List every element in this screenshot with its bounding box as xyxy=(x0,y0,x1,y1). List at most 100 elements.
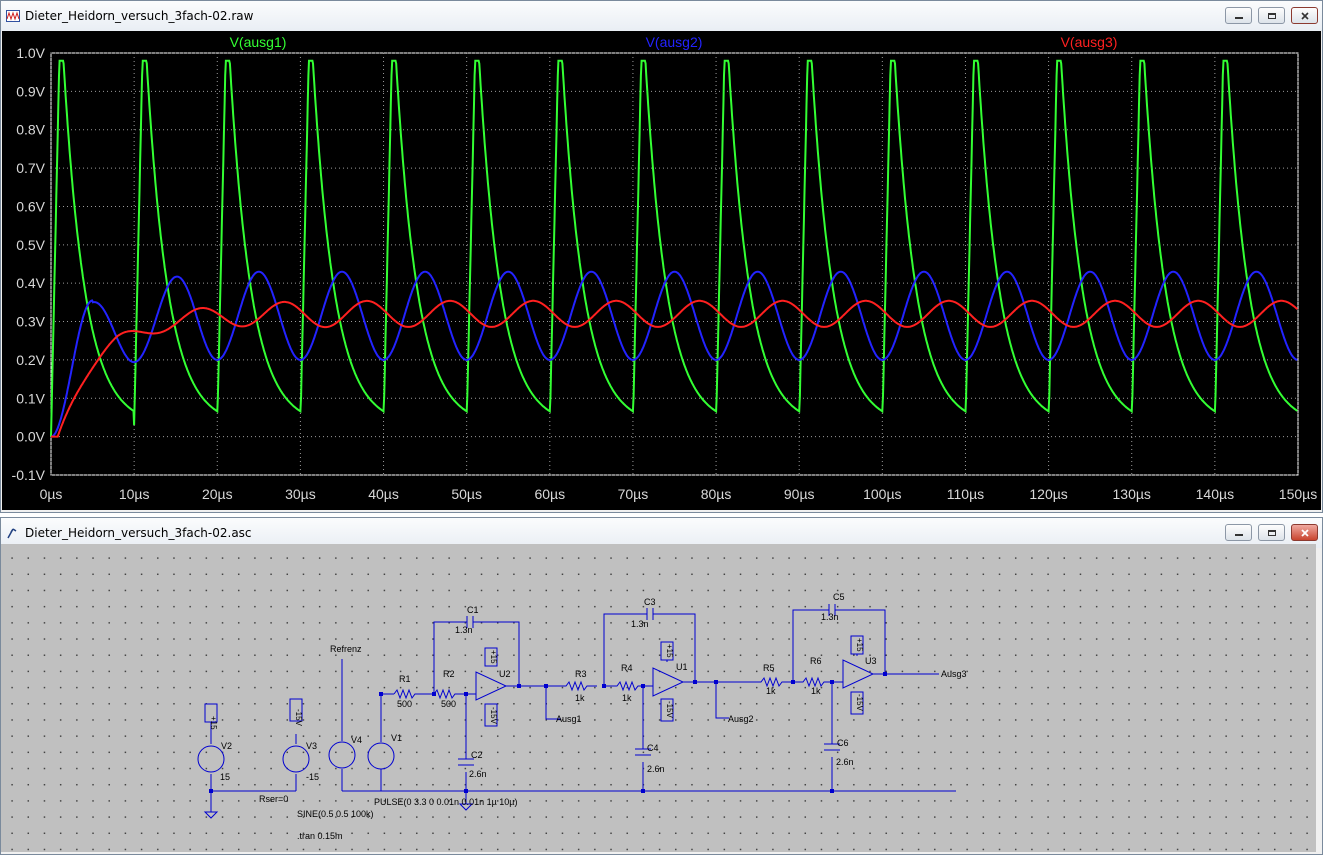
resistor-r2 xyxy=(433,688,465,700)
component-ref: V2 xyxy=(221,741,232,751)
schematic-icon xyxy=(7,528,17,539)
series-line xyxy=(50,59,1298,437)
x-tick-label: 150µs xyxy=(1279,486,1317,502)
rail-label: -15V xyxy=(855,694,864,712)
component-ref: C4 xyxy=(647,743,659,753)
component-value: 2.6n xyxy=(469,769,487,779)
spice-directive-tran: .tran 0.15m xyxy=(297,831,343,841)
component-ref: C1 xyxy=(467,605,479,615)
component-ref: V1 xyxy=(391,733,402,743)
component-value: 1k xyxy=(766,686,776,696)
component-ref: C6 xyxy=(837,738,849,748)
restore-button[interactable] xyxy=(1258,524,1285,541)
wire xyxy=(792,609,886,682)
wire xyxy=(603,613,696,686)
minimize-button[interactable] xyxy=(1225,524,1252,541)
waveform-plot[interactable]: 1.0V 0.9V 0.8V 0.7V 0.6V 0.5V 0.4V 0.3V 0.2V 0.1V… xyxy=(2,31,1321,510)
component-value: 500 xyxy=(397,699,412,709)
rail-label: +15 xyxy=(209,716,218,730)
net-label-ausg1: Ausg1 xyxy=(556,714,582,724)
component-ref: R5 xyxy=(763,663,775,673)
schematic-canvas[interactable]: +15 -15V +15 -15V +15 -15V +15 -15V R1 5… xyxy=(1,544,1316,852)
spice-label-rser: Rser=0 xyxy=(259,794,288,804)
minimize-button[interactable] xyxy=(1225,7,1252,24)
rail-label: -15V xyxy=(294,709,303,727)
x-tick-label: 20µs xyxy=(202,486,233,502)
schematic-svg[interactable]: +15 -15V +15 -15V +15 -15V +15 -15V R1 5… xyxy=(1,544,1316,852)
component-value: 1k xyxy=(811,686,821,696)
rail-label: +15 xyxy=(855,638,864,652)
y-tick-label: 0.9V xyxy=(16,83,45,99)
component-value: 1k xyxy=(575,693,585,703)
component-value: 1.3n xyxy=(455,625,473,635)
close-button[interactable] xyxy=(1291,524,1318,541)
component-ref: U1 xyxy=(676,662,688,672)
component-ref: R3 xyxy=(575,669,587,679)
plot-titlebar[interactable]: Dieter_Heidorn_versuch_3fach-02.raw xyxy=(1,1,1322,31)
resistor-r4 xyxy=(604,680,646,692)
component-ref: R1 xyxy=(399,674,411,684)
minimize-icon xyxy=(1234,16,1243,19)
resistor-r6 xyxy=(793,676,833,688)
component-ref: C3 xyxy=(644,597,656,607)
x-tick-label: 140µs xyxy=(1196,486,1234,502)
component-value: 2.6n xyxy=(836,757,854,767)
component-value: 2.6n xyxy=(647,764,665,774)
series-line xyxy=(51,270,1298,438)
y-tick-label: 1.0V xyxy=(16,45,45,61)
component-value: 1k xyxy=(622,693,632,703)
y-tick-label: 0.7V xyxy=(16,160,45,176)
component-value: 1.3n xyxy=(821,612,839,622)
resistor-r1 xyxy=(393,688,418,700)
voltage-source-v4 xyxy=(328,741,356,769)
x-tick-label: 30µs xyxy=(285,486,316,502)
chart-svg[interactable]: 1.0V 0.9V 0.8V 0.7V 0.6V 0.5V 0.4V 0.3V 0.2V 0.1V… xyxy=(2,31,1321,510)
waveform-icon xyxy=(6,10,20,22)
x-tick-label: 110µs xyxy=(947,486,984,502)
component-value: 15 xyxy=(220,772,230,782)
rail-label: -15V xyxy=(489,707,498,725)
x-tick-label: 70µs xyxy=(618,486,649,502)
y-tick-label: 0.5V xyxy=(16,237,45,253)
component-ref: C5 xyxy=(833,592,845,602)
spice-label-sine: SINE(0.5 0.5 100k) xyxy=(297,809,374,819)
restore-icon xyxy=(1267,529,1276,536)
y-tick-label: 0.0V xyxy=(16,429,45,445)
rail-label: +15 xyxy=(665,644,674,658)
component-ref: R4 xyxy=(621,663,633,673)
close-icon xyxy=(1300,528,1309,537)
y-tick-label: -0.1V xyxy=(12,467,46,483)
rail-label: +15 xyxy=(489,650,498,664)
schematic-window-title: Dieter_Heidorn_versuch_3fach-02.asc xyxy=(25,526,252,540)
y-tick-label: 0.3V xyxy=(16,314,45,330)
series-line xyxy=(51,299,1299,438)
plot-window-title: Dieter_Heidorn_versuch_3fach-02.raw xyxy=(25,9,254,23)
plot-frame xyxy=(50,52,1299,476)
legend-entry: V(ausg3) xyxy=(1061,34,1118,50)
y-tick-label: 0.8V xyxy=(16,122,45,138)
wire xyxy=(465,693,476,804)
close-icon xyxy=(1300,11,1309,20)
x-tick-label: 100µs xyxy=(863,486,901,502)
component-ref: V3 xyxy=(306,741,317,751)
opamp-u1 xyxy=(652,667,685,697)
legend-entry: V(ausg1) xyxy=(230,34,287,50)
rail-label: -15V xyxy=(665,701,674,719)
x-tick-label: 50µs xyxy=(451,486,482,502)
x-tick-label: 40µs xyxy=(368,486,399,502)
component-ref: C2 xyxy=(471,750,483,760)
restore-button[interactable] xyxy=(1258,7,1285,24)
component-ref: V4 xyxy=(351,735,362,745)
x-tick-label: 90µs xyxy=(784,486,815,502)
voltage-source-v1 xyxy=(367,742,395,770)
resistor-r3 xyxy=(546,680,597,692)
close-button[interactable] xyxy=(1291,7,1318,24)
y-tick-label: 0.6V xyxy=(16,198,45,214)
plot-window: Dieter_Heidorn_versuch_3fach-02.raw 1.0V… xyxy=(0,0,1323,513)
y-tick-label: 0.1V xyxy=(16,390,45,406)
x-tick-label: 120µs xyxy=(1029,486,1067,502)
x-tick-label: 130µs xyxy=(1113,486,1151,502)
component-ref: U3 xyxy=(865,656,877,666)
y-tick-label: 0.4V xyxy=(16,275,45,291)
resistor-r5 xyxy=(716,676,792,688)
